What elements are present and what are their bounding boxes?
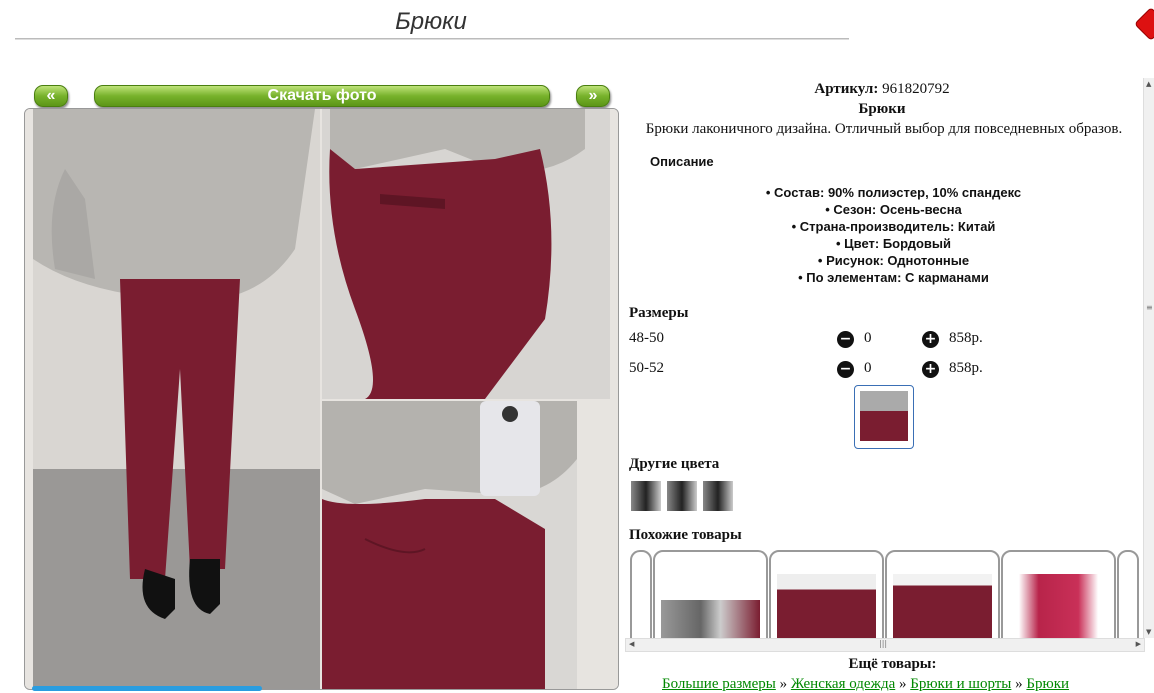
scroll-grip-icon: ||| — [879, 639, 888, 648]
similar-product-card[interactable] — [630, 550, 652, 638]
breadcrumb-separator: » — [1015, 676, 1023, 692]
product-name: Брюки — [858, 101, 906, 117]
minus-circle-icon[interactable]: − — [837, 361, 854, 378]
color-variant-thumbnail[interactable] — [631, 481, 661, 511]
scroll-right-arrow-icon[interactable]: ▶ — [1136, 640, 1141, 648]
similar-product-image — [893, 574, 992, 638]
similar-products-strip — [625, 550, 1142, 638]
plus-circle-icon[interactable]: + — [922, 331, 939, 348]
similar-product-card[interactable] — [1001, 550, 1116, 638]
sku-value: 961820792 — [882, 81, 950, 97]
property-item: По элементам: С карманами — [622, 269, 1142, 286]
details-vertical-scrollbar[interactable]: ▲ ≡ ▼ — [1143, 78, 1154, 638]
next-photo-button[interactable]: » — [576, 85, 610, 107]
size-quantity: 0 — [864, 360, 872, 376]
similar-product-card[interactable] — [653, 550, 768, 638]
product-photo-image — [25, 109, 618, 689]
selected-photo-thumbnail[interactable] — [854, 385, 914, 449]
breadcrumb-separator: » — [898, 676, 907, 692]
minus-circle-icon[interactable]: − — [837, 331, 854, 348]
color-variant-thumbnail[interactable] — [667, 481, 697, 511]
similar-product-image — [777, 574, 876, 638]
size-row: 50-52 − 0 + 858р. — [629, 360, 1049, 380]
similar-product-card[interactable] — [885, 550, 1000, 638]
scroll-down-arrow-icon[interactable]: ▼ — [1146, 628, 1151, 636]
product-photo[interactable] — [24, 108, 619, 690]
scroll-left-arrow-icon[interactable]: ◀ — [629, 640, 634, 648]
similar-product-card[interactable] — [769, 550, 884, 638]
size-price: 858р. — [949, 360, 983, 376]
size-label: 50-52 — [629, 360, 664, 376]
download-photo-button[interactable]: Скачать фото — [94, 85, 550, 107]
size-label: 48-50 — [629, 330, 664, 346]
sku-line: Артикул: 961820792 — [622, 81, 1142, 98]
breadcrumb-link[interactable]: Большие размеры — [662, 676, 776, 692]
breadcrumb-link[interactable]: Брюки и шорты — [910, 676, 1011, 692]
property-list: Состав: 90% полиэстер, 10% спандекс Сезо… — [622, 184, 1142, 286]
prev-photo-button[interactable]: « — [34, 85, 68, 107]
title-divider — [15, 38, 849, 40]
color-variant-thumbnail[interactable] — [703, 481, 733, 511]
breadcrumb-separator: » — [779, 676, 788, 692]
similar-products-heading: Похожие товары — [629, 527, 742, 543]
breadcrumb-link[interactable]: Брюки — [1026, 676, 1069, 692]
size-price: 858р. — [949, 330, 983, 346]
scroll-up-arrow-icon[interactable]: ▲ — [1146, 80, 1151, 88]
breadcrumb-link[interactable]: Женская одежда — [791, 676, 895, 692]
size-quantity: 0 — [864, 330, 872, 346]
sku-label: Артикул: — [814, 81, 879, 97]
property-item: Цвет: Бордовый — [622, 235, 1142, 252]
other-colors-heading: Другие цвета — [629, 456, 720, 472]
similar-product-card[interactable] — [1117, 550, 1139, 638]
similar-product-image — [661, 600, 760, 638]
property-item: Сезон: Осень-весна — [622, 201, 1142, 218]
description-heading: Описание — [650, 154, 714, 169]
breadcrumb: Большие размеры » Женская одежда » Брюки… — [662, 676, 1154, 693]
property-item: Страна-производитель: Китай — [622, 218, 1142, 235]
size-row: 48-50 − 0 + 858р. — [629, 330, 1049, 350]
property-item: Рисунок: Однотонные — [622, 252, 1142, 269]
thumbnail-image — [860, 391, 908, 441]
similar-horizontal-scrollbar[interactable]: ◀ ||| ▶ — [625, 638, 1145, 652]
page-title: Брюки — [395, 8, 467, 35]
scroll-grip-icon: ≡ — [1146, 303, 1153, 312]
similar-product-image — [1009, 574, 1108, 638]
sizes-heading: Размеры — [629, 305, 689, 321]
product-details: Артикул: 961820792 Брюки Брюки лаконично… — [622, 78, 1142, 638]
property-item: Состав: 90% полиэстер, 10% спандекс — [622, 184, 1142, 201]
close-icon[interactable] — [1138, 10, 1154, 40]
product-description: Брюки лаконичного дизайна. Отличный выбо… — [645, 121, 1123, 137]
plus-circle-icon[interactable]: + — [922, 361, 939, 378]
more-products-heading: Ещё товары: — [848, 656, 937, 672]
